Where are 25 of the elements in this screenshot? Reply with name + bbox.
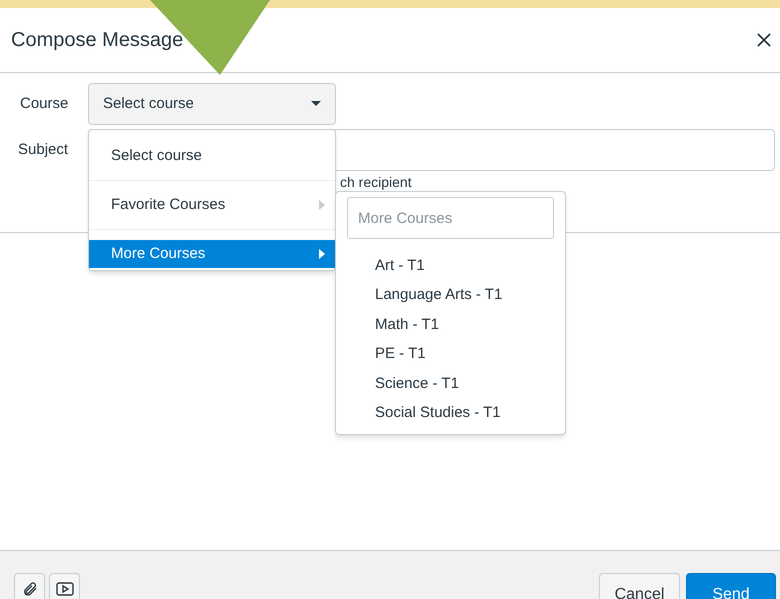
course-option[interactable]: Language Arts - T1 [336, 280, 565, 310]
course-option[interactable]: PE - T1 [336, 340, 565, 369]
attach-button[interactable] [14, 573, 45, 599]
caret-icon [319, 200, 325, 210]
course-select[interactable]: Select course [88, 83, 336, 125]
video-icon [56, 580, 74, 596]
window-title: Compose Message [11, 28, 184, 53]
course-search-field[interactable]: More Courses [347, 197, 554, 239]
media-button[interactable] [49, 573, 80, 599]
caret-icon [319, 249, 325, 259]
caret-icon [311, 101, 321, 107]
menu-item[interactable]: Select course [89, 142, 335, 170]
menu-item[interactable]: Favorite Courses [89, 191, 335, 219]
send-button[interactable]: Send [686, 573, 776, 599]
paperclip-icon [22, 580, 38, 596]
menu-item[interactable]: More Courses [89, 240, 335, 268]
option-text: ch recipient [340, 175, 412, 189]
close-icon [757, 33, 771, 47]
course-option[interactable]: Social Studies - T1 [336, 398, 565, 428]
course-label: Course [19, 94, 70, 114]
course-option[interactable]: Science - T1 [336, 369, 565, 398]
subject-label: Subject [17, 140, 70, 160]
course-option[interactable]: Math - T1 [336, 310, 565, 340]
cancel-button[interactable]: Cancel [599, 573, 680, 599]
course-option[interactable]: Art - T1 [336, 251, 565, 280]
